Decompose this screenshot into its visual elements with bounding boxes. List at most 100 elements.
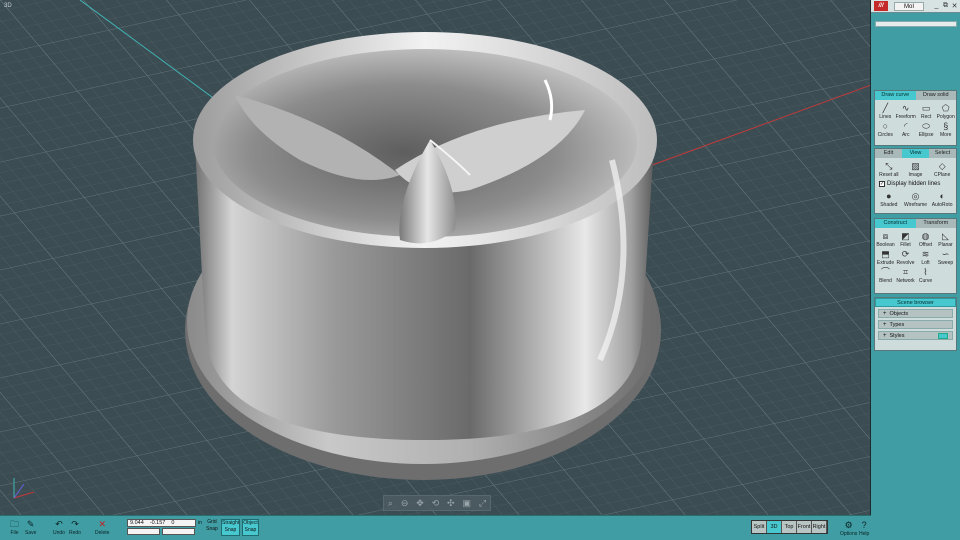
scene-row-types[interactable]: + Types (878, 320, 953, 329)
minimize-icon[interactable]: _ (933, 2, 940, 10)
tab-edit[interactable]: Edit (875, 149, 902, 158)
tool-extrude[interactable]: ⬒ Extrude (876, 248, 895, 266)
expand-icon: + (883, 321, 887, 328)
bottom-toolbar: 🗀 File ✎ Save ↶ Undo ↷ Redo ✕ Delete 9.044 -0… (0, 515, 871, 540)
redo-button[interactable]: ↷ Redo (69, 518, 81, 536)
unit-label: in (198, 520, 202, 526)
checkbox-icon[interactable]: ✓ (879, 180, 885, 187)
file-icon: 🗀 (10, 519, 20, 529)
distance-field[interactable] (127, 528, 160, 535)
tool-sweep[interactable]: ∽ Sweep (936, 248, 955, 266)
tool-fillet[interactable]: ◩ Fillet (896, 230, 915, 248)
options-button[interactable]: ⚙ Options (840, 519, 857, 537)
view-front[interactable]: Front (797, 521, 812, 533)
construct-group: Construct Transform ⧈ Boolean ◩ Fillet ◍ Of… (874, 218, 957, 294)
view-right[interactable]: Right (812, 521, 827, 533)
arc-icon: ◜ (903, 120, 908, 131)
help-icon: ? (861, 520, 867, 530)
straight-snap-toggle[interactable]: Straight Snap (221, 519, 240, 536)
scene-row-objects[interactable]: + Objects (878, 309, 953, 318)
coord-x: 9.044 (130, 520, 144, 526)
rotate-icon[interactable]: ⟲ (432, 498, 440, 508)
maximize-icon[interactable]: ⤢ (479, 498, 486, 508)
help-button[interactable]: ? Help (859, 519, 869, 537)
blend-icon: ⌒ (880, 266, 890, 277)
save-button[interactable]: ✎ Save (25, 518, 36, 536)
file-button[interactable]: 🗀 File (10, 518, 19, 536)
tool-freeform[interactable]: ∿ Freeform (896, 102, 916, 120)
view-group: Edit View Select ⤡ Reset all ▨ Image ◇ CPla… (874, 148, 957, 214)
scene-row-styles[interactable]: + Styles (878, 331, 953, 340)
angle-field[interactable] (162, 528, 195, 535)
tool-network[interactable]: ⌗ Network (896, 266, 915, 284)
revolve-icon: ⟳ (901, 248, 910, 259)
scene-browser-title[interactable]: Scene browser (875, 298, 956, 307)
tool-autoroto[interactable]: ◐ AutoRoto (929, 190, 955, 208)
tool-curve[interactable]: ⌇ Curve (916, 266, 935, 284)
styles-edit-button[interactable] (938, 332, 948, 339)
move-icon[interactable]: ✣ (447, 498, 455, 508)
tool-blend[interactable]: ⌒ Blend (876, 266, 895, 284)
tool-more[interactable]: § More (936, 120, 955, 138)
expand-icon: + (883, 332, 887, 339)
rect-icon: ▭ (921, 102, 931, 113)
viewport-scene[interactable] (0, 0, 871, 515)
tool-circles[interactable]: ○ Circles (876, 120, 895, 138)
wireframe-icon: ◎ (911, 190, 920, 201)
grid-snap-toggle[interactable]: Grid Snap (205, 519, 219, 536)
zoom-out-icon[interactable]: ⊖ (401, 498, 409, 508)
moi-logo-icon: /// (874, 1, 888, 11)
coord-y: -0.157 (149, 520, 166, 526)
tool-polygon[interactable]: ⬠ Polygon (936, 102, 955, 120)
line-icon: ╱ (882, 102, 888, 113)
tool-offset[interactable]: ◍ Offset (916, 230, 935, 248)
view-3d[interactable]: 3D (767, 521, 782, 533)
shaded-icon: ● (886, 190, 892, 201)
planar-icon: ◺ (942, 230, 949, 241)
tool-lines[interactable]: ╱ Lines (876, 102, 895, 120)
tool-wireframe[interactable]: ◎ Wireframe (903, 190, 929, 208)
tool-boolean[interactable]: ⧈ Boolean (876, 230, 895, 248)
view-split[interactable]: Split (752, 521, 767, 533)
tab-draw-solid[interactable]: Draw solid (915, 91, 956, 100)
delete-button[interactable]: ✕ Delete (95, 518, 109, 536)
view-switcher: Split 3D Top Front Right (751, 520, 828, 534)
expand-icon: + (883, 310, 887, 317)
object-snap-toggle[interactable]: Object Snap (242, 519, 259, 536)
undo-button[interactable]: ↶ Undo (53, 518, 65, 536)
close-icon[interactable]: ✕ (951, 2, 958, 10)
view-top[interactable]: Top (782, 521, 797, 533)
pan-icon[interactable]: ✥ (416, 498, 424, 508)
ellipse-icon: ⬭ (922, 120, 930, 131)
offset-icon: ◍ (921, 230, 930, 241)
tab-select[interactable]: Select (929, 149, 956, 158)
tab-transform[interactable]: Transform (915, 219, 956, 228)
tool-image[interactable]: ▨ Image (903, 160, 929, 178)
tab-draw-curve[interactable]: Draw curve (875, 91, 916, 100)
spiral-icon: § (943, 120, 949, 131)
tool-shaded[interactable]: ● Shaded (876, 190, 902, 208)
app-name: MoI (894, 1, 924, 11)
coordinate-input[interactable]: 9.044 -0.157 0 (127, 519, 196, 536)
zoom-window-icon[interactable]: ▣ (462, 498, 471, 508)
tool-planar[interactable]: ◺ Planar (936, 230, 955, 248)
tool-ellipse[interactable]: ⬭ Ellipse (917, 120, 936, 138)
tab-construct[interactable]: Construct (875, 219, 916, 228)
view-nav-toolbar: ⌕ ⊖ ✥ ⟲ ✣ ▣ ⤢ (383, 495, 491, 511)
tool-rect[interactable]: ▭ Rect (917, 102, 936, 120)
tool-arc[interactable]: ◜ Arc (896, 120, 916, 138)
display-hidden-lines-checkbox[interactable]: ✓ Display hidden lines (875, 179, 956, 188)
tool-reset-all[interactable]: ⤡ Reset all (876, 160, 902, 178)
fillet-icon: ◩ (901, 230, 910, 241)
tab-view[interactable]: View (902, 149, 929, 158)
redo-icon: ↷ (71, 519, 79, 529)
tool-revolve[interactable]: ⟳ Revolve (896, 248, 915, 266)
reset-all-icon: ⤡ (885, 160, 893, 171)
tool-loft[interactable]: ≋ Loft (916, 248, 935, 266)
3d-viewport[interactable]: 3D ⌕ ⊖ ✥ ⟲ ✣ ▣ ⤢ (0, 0, 871, 515)
zoom-icon[interactable]: ⌕ (388, 498, 393, 508)
undo-icon: ↶ (55, 519, 63, 529)
restore-icon[interactable]: ⧉ (942, 2, 949, 10)
options-icon: ⚙ (844, 520, 853, 530)
tool-cplane[interactable]: ◇ CPlane (929, 160, 955, 178)
